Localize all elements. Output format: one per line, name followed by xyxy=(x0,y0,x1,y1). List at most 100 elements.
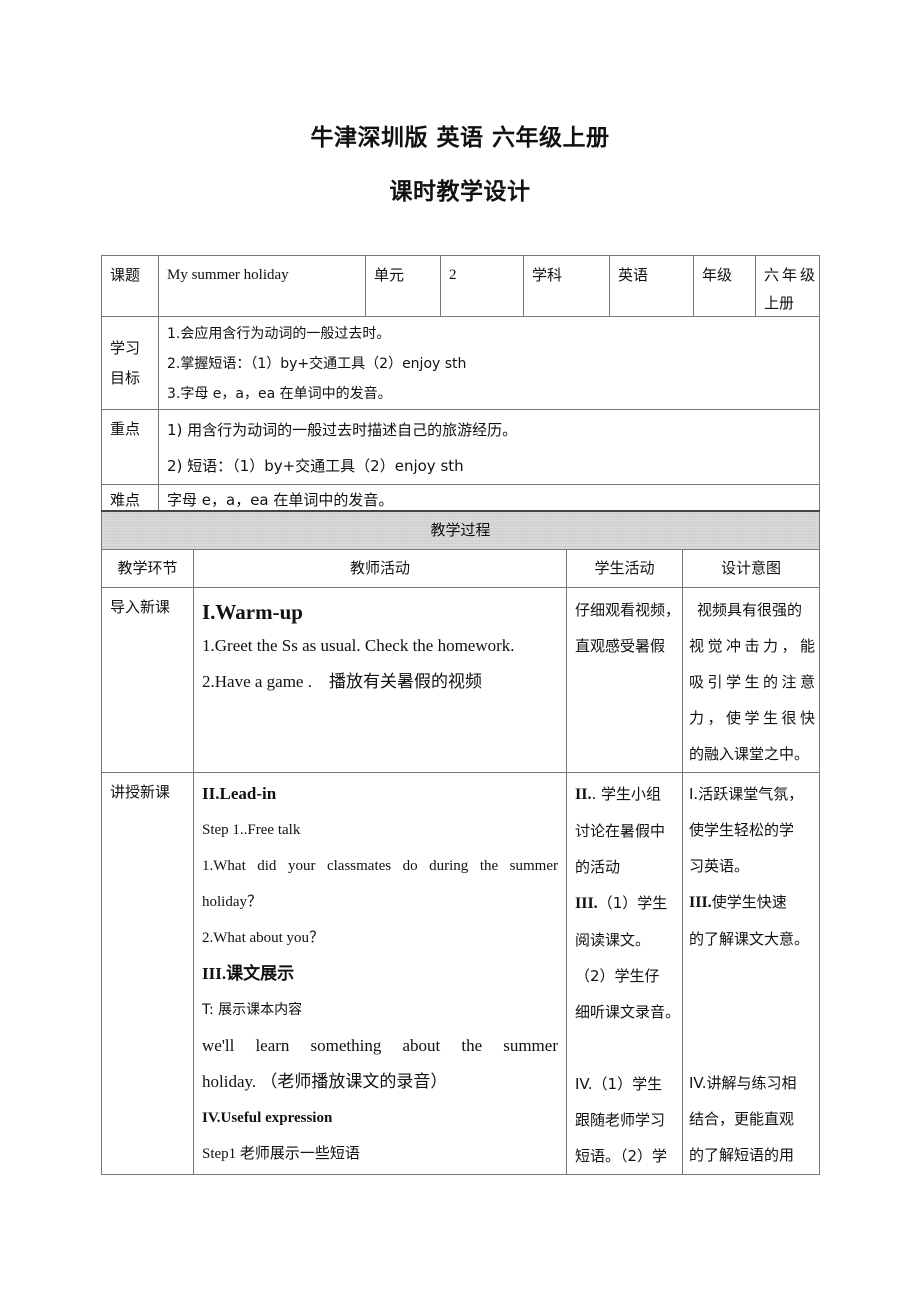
intent-line: 视觉冲击力，能 xyxy=(689,637,816,655)
intent-line: 的了解短语的用 xyxy=(689,1137,819,1173)
objectives-label-line2: 目标 xyxy=(110,369,141,387)
intent-line: 结合，更能直观 xyxy=(689,1101,819,1137)
intent-line-text: 使学生轻松的学 xyxy=(689,821,795,839)
objectives-label-line1: 学习 xyxy=(110,339,141,357)
process-section-title: 教学过程 xyxy=(100,510,821,550)
col-header-stage: 教学环节 xyxy=(101,549,194,588)
objective-item: 1.会应用含行为动词的一般过去时。 xyxy=(167,326,391,342)
document-subtitle: 课时教学设计 xyxy=(389,179,531,205)
document-title: 牛津深圳版 英语 六年级上册 xyxy=(310,125,610,151)
process-row-warmup: 导入新课 I.Warm-up 1.Greet the Ss as usual. … xyxy=(101,587,821,773)
intent-line xyxy=(689,993,819,1029)
activity-line: holiday. （老师播放课文的录音） xyxy=(202,1072,448,1091)
student-line: 阅读课文。 xyxy=(575,922,682,958)
student-line: 短语。（2）学 xyxy=(575,1138,682,1174)
student-line: III.（1）学生 xyxy=(575,885,682,922)
section-heading: I.Warm-up xyxy=(202,600,303,624)
stage-cell: 导入新课 xyxy=(101,587,194,773)
intent-line: 力，使学生很快 xyxy=(689,709,816,727)
intent-line: 使学生轻松的学 xyxy=(689,812,819,848)
intent-line: 视频具有很强的 xyxy=(697,601,803,619)
unit-value: 2 xyxy=(440,255,524,317)
student-line: 细听课文录音。 xyxy=(575,994,682,1030)
student-line: 跟随老师学习 xyxy=(575,1102,682,1138)
intent-line-text: 的了解课文大意。 xyxy=(689,930,810,948)
student-line-text: 的活动 xyxy=(575,858,621,876)
student-line-text: IV.（1）学生 xyxy=(575,1075,663,1093)
activity-line: 1.What did your classmates do during the… xyxy=(202,858,558,874)
activity-line: Step1 老师展示一些短语 xyxy=(202,1146,360,1162)
col-header-student: 学生活动 xyxy=(566,549,683,588)
student-line-bold: III. xyxy=(575,895,598,912)
key-points-content: 1) 用含行为动词的一般过去时描述自己的旅游经历。 2) 短语：（1）by+交通… xyxy=(158,409,820,485)
student-activity-cell: II.. 学生小组讨论在暑假中 的活动 III.（1）学生阅读课文。 （2）学生仔细听… xyxy=(566,772,683,1175)
student-line: 直观感受暑假 xyxy=(575,637,666,655)
intent-line-text: I.活跃课堂气氛， xyxy=(689,785,804,803)
intent-line-text: 的了解短语的用 xyxy=(689,1146,795,1164)
design-intent-cell: 视频具有很强的 视觉冲击力，能 吸引学生的注意 力，使学生很快 的融入课堂之中。 xyxy=(681,587,821,773)
objective-item: 2.掌握短语：（1）by+交通工具（2）enjoy sth xyxy=(167,356,467,372)
intent-line-text: 使学生快速 xyxy=(711,893,787,911)
grade-value-line2: 上册 xyxy=(764,294,795,312)
intent-line-text: 结合，更能直观 xyxy=(689,1110,795,1128)
col-header-teacher: 教师活动 xyxy=(193,549,567,588)
col-header-intent: 设计意图 xyxy=(681,549,821,588)
info-row-key-points: 重点 1) 用含行为动词的一般过去时描述自己的旅游经历。 2) 短语：（1）by… xyxy=(101,409,820,485)
intent-line xyxy=(689,957,819,993)
intent-line: I.活跃课堂气氛， xyxy=(689,776,819,812)
grade-value-line1: 六年级 xyxy=(764,266,819,284)
activity-line: we'll learn something about the summer xyxy=(202,1036,558,1055)
key-points-label: 重点 xyxy=(101,409,159,485)
process-column-headers: 教学环节 教师活动 学生活动 设计意图 xyxy=(101,549,821,588)
intent-line-bold: III. xyxy=(689,894,712,911)
student-line: IV.（1）学生 xyxy=(575,1066,682,1102)
subject-label: 学科 xyxy=(523,255,610,317)
intent-line: 吸引学生的注意 xyxy=(689,673,816,691)
student-line-text: 短语。（2）学 xyxy=(575,1147,668,1165)
teaching-process-table: 教学过程 教学环节 教师活动 学生活动 设计意图 导入新课 I.Warm-up … xyxy=(100,510,821,1175)
intent-line xyxy=(689,1029,819,1065)
objectives-label: 学习 目标 xyxy=(101,316,159,410)
info-row-topic: 课题 My summer holiday 单元 2 学科 英语 年级 六年级 上… xyxy=(101,255,820,317)
info-row-objectives: 学习 目标 1.会应用含行为动词的一般过去时。 2.掌握短语：（1）by+交通工… xyxy=(101,316,820,410)
student-line xyxy=(575,1030,682,1066)
student-line: II.. 学生小组 xyxy=(575,776,682,813)
student-line: 仔细观看视频， xyxy=(575,601,681,619)
section-heading: II.Lead-in xyxy=(202,784,277,803)
grade-label: 年级 xyxy=(693,255,756,317)
objective-item: 3.字母 e，a，ea 在单词中的发音。 xyxy=(167,386,392,402)
activity-line: 1.Greet the Ss as usual. Check the homew… xyxy=(202,636,515,655)
activity-line: 2.Have a game . 播放有关暑假的视频 xyxy=(202,672,482,691)
student-activity-cell: 仔细观看视频， 直观感受暑假 xyxy=(566,587,683,773)
student-line-text: （1）学生 xyxy=(597,894,668,912)
design-intent-cell: I.活跃课堂气氛， 使学生轻松的学 习英语。 III.使学生快速的了解课文大意。 IV.… xyxy=(681,772,821,1175)
topic-value: My summer holiday xyxy=(158,255,366,317)
subject-value: 英语 xyxy=(609,255,694,317)
student-line: 讨论在暑假中 xyxy=(575,813,682,849)
unit-label: 单元 xyxy=(365,255,441,317)
process-row-new-lesson: 讲授新课 II.Lead-in Step 1..Free talk 1.What… xyxy=(101,772,821,1175)
objectives-content: 1.会应用含行为动词的一般过去时。 2.掌握短语：（1）by+交通工具（2）en… xyxy=(158,316,820,410)
student-line-text: 讨论在暑假中 xyxy=(575,822,666,840)
activity-line: Step 1..Free talk xyxy=(202,822,301,838)
section-heading: III.课文展示 xyxy=(202,964,295,983)
student-line-text: （2）学生仔 xyxy=(575,967,660,985)
stage-cell: 讲授新课 xyxy=(101,772,194,1175)
intent-line: 的了解课文大意。 xyxy=(689,921,819,957)
student-line-text: 跟随老师学习 xyxy=(575,1111,666,1129)
student-line-bold: II. xyxy=(575,786,592,803)
student-line-text: . 学生小组 xyxy=(591,785,661,803)
student-line-text: 阅读课文。 xyxy=(575,931,651,949)
student-line: （2）学生仔 xyxy=(575,958,682,994)
teacher-activity-cell: II.Lead-in Step 1..Free talk 1.What did … xyxy=(193,772,567,1175)
activity-line: 2.What about you？ xyxy=(202,930,325,946)
intent-line-text: 习英语。 xyxy=(689,857,750,875)
topic-label: 课题 xyxy=(101,255,159,317)
key-point-item: 2) 短语：（1）by+交通工具（2）enjoy sth xyxy=(167,457,464,475)
process-section-header: 教学过程 xyxy=(100,510,821,550)
teacher-activity-cell: I.Warm-up 1.Greet the Ss as usual. Check… xyxy=(193,587,567,773)
intent-line: IV.讲解与练习相 xyxy=(689,1065,819,1101)
grade-value: 六年级 上册 xyxy=(755,255,820,317)
key-point-item: 1) 用含行为动词的一般过去时描述自己的旅游经历。 xyxy=(167,421,518,439)
section-heading: IV.Useful expression xyxy=(202,1110,333,1126)
